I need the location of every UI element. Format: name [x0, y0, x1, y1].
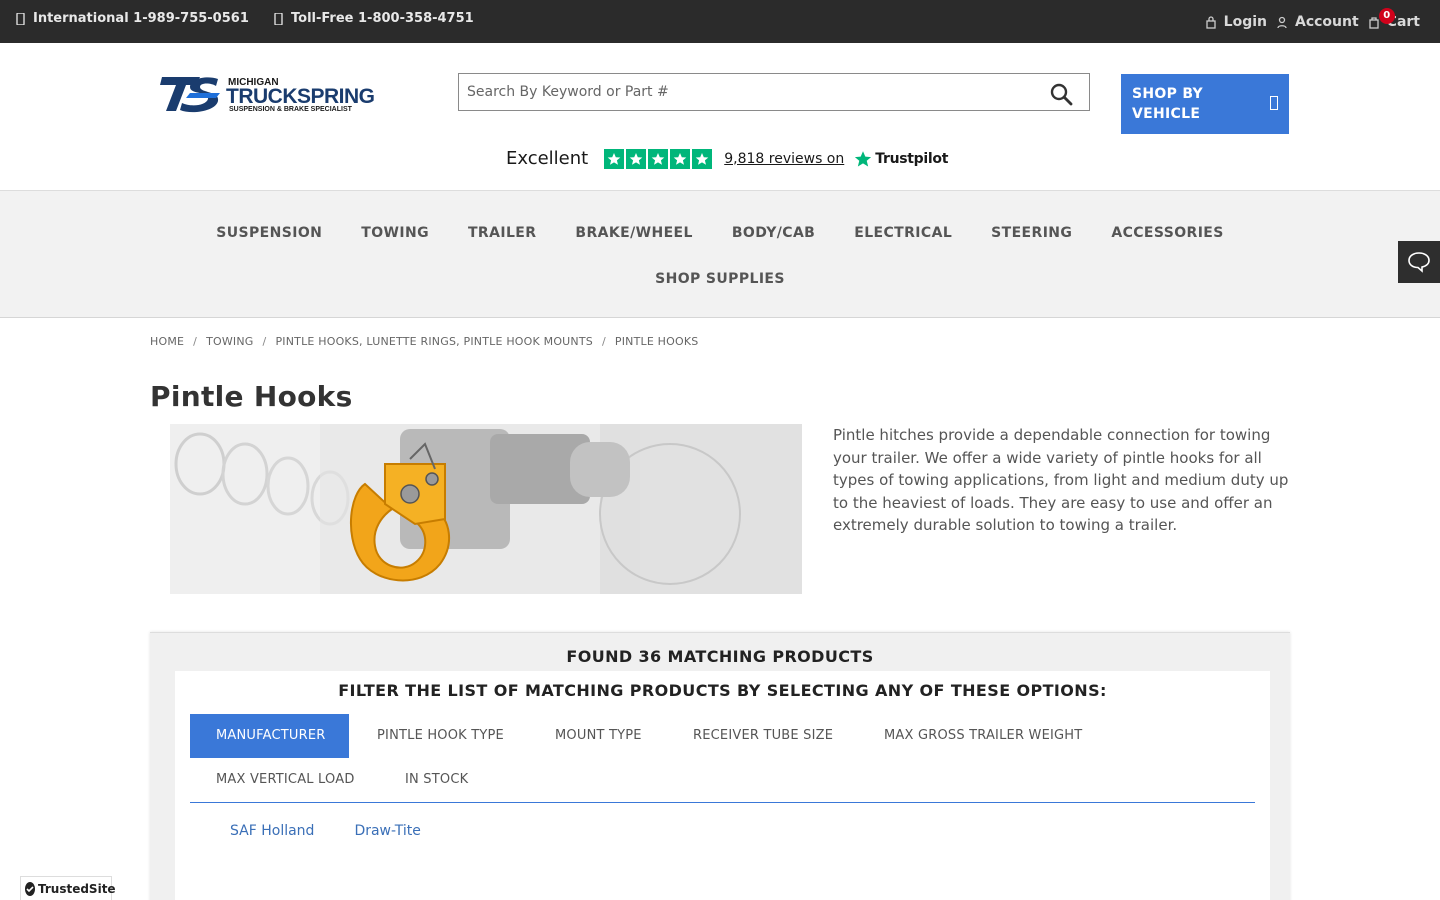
chevron-right-icon	[1270, 96, 1278, 110]
breadcrumb-separator: /	[601, 335, 606, 348]
search-input[interactable]	[459, 74, 1019, 110]
nav-body-cab[interactable]: BODY/CAB	[732, 225, 815, 241]
star-icon	[648, 148, 669, 169]
account-label: Account	[1294, 14, 1359, 30]
category-image	[170, 424, 802, 594]
search-icon[interactable]	[1049, 82, 1073, 106]
checkmark-icon	[25, 881, 35, 896]
nav-steering[interactable]: STEERING	[991, 225, 1072, 241]
nav-trailer[interactable]: TRAILER	[468, 225, 536, 241]
tab-receiver-tube-size[interactable]: RECEIVER TUBE SIZE	[667, 714, 859, 758]
cart-icon	[1369, 16, 1379, 29]
breadcrumb-home[interactable]: HOME	[150, 335, 184, 348]
tab-pintle-hook-type[interactable]: PINTLE HOOK TYPE	[351, 714, 530, 758]
international-phone-link[interactable]: International 1-989-755-0561	[16, 11, 249, 26]
lock-icon	[1206, 15, 1216, 29]
nav-suspension[interactable]: SUSPENSION	[216, 225, 322, 241]
user-icon	[1277, 16, 1287, 28]
breadcrumb-separator: /	[262, 335, 267, 348]
site-logo[interactable]: MICHIGAN TRUCKSPRING SUSPENSION & BRAKE …	[160, 73, 400, 115]
pintle-hook-illustration-icon	[170, 424, 802, 594]
star-icon	[604, 148, 625, 169]
page-title: Pintle Hooks	[150, 380, 353, 413]
filter-box: FILTER THE LIST OF MATCHING PRODUCTS BY …	[175, 671, 1270, 900]
chat-bubble-icon	[1408, 252, 1430, 273]
filter-title: FILTER THE LIST OF MATCHING PRODUCTS BY …	[338, 681, 1107, 700]
account-link[interactable]: Account	[1277, 14, 1359, 30]
manufacturer-options: SAF Holland Draw-Tite	[230, 823, 421, 839]
nav-brake-wheel[interactable]: BRAKE/WHEEL	[575, 225, 692, 241]
breadcrumb-pintle-category[interactable]: PINTLE HOOKS, LUNETTE RINGS, PINTLE HOOK…	[275, 335, 593, 348]
nav-accessories[interactable]: ACCESSORIES	[1111, 225, 1223, 241]
breadcrumb-separator: /	[193, 335, 198, 348]
cart-count-badge: 0	[1378, 8, 1395, 24]
trustpilot-brand: Trustpilot	[854, 150, 948, 168]
tab-manufacturer[interactable]: MANUFACTURER	[190, 714, 349, 758]
breadcrumb-current: PINTLE HOOKS	[614, 335, 699, 348]
trustpilot-widget[interactable]: Excellent 9,818 reviews on Trustpilot	[506, 148, 948, 169]
login-label: Login	[1223, 14, 1267, 30]
trustpilot-reviews-link[interactable]: 9,818 reviews on	[724, 151, 844, 167]
phone-icon	[274, 12, 283, 25]
nav-electrical[interactable]: ELECTRICAL	[854, 225, 952, 241]
truckspring-logo-icon: MICHIGAN TRUCKSPRING SUSPENSION & BRAKE …	[160, 77, 375, 113]
star-icon	[670, 148, 691, 169]
svg-text:SUSPENSION & BRAKE SPECIALIST: SUSPENSION & BRAKE SPECIALIST	[229, 106, 353, 113]
star-icon	[626, 148, 647, 169]
star-icon	[692, 148, 713, 169]
tollfree-phone-text: Toll-Free 1-800-358-4751	[291, 11, 474, 26]
nav-towing[interactable]: TOWING	[361, 225, 429, 241]
svg-text:TRUCKSPRING: TRUCKSPRING	[226, 85, 375, 108]
category-description: Pintle hitches provide a dependable conn…	[833, 426, 1289, 535]
trustpilot-stars	[604, 148, 713, 169]
trustedsite-badge[interactable]: TrustedSite	[20, 876, 116, 900]
chat-button[interactable]	[1398, 241, 1440, 283]
main-navigation: SUSPENSION TOWING TRAILER BRAKE/WHEEL BO…	[0, 191, 1440, 318]
shop-by-vehicle-label: SHOP BY VEHICLE	[1132, 86, 1203, 122]
site-header: MICHIGAN TRUCKSPRING SUSPENSION & BRAKE …	[0, 43, 1440, 191]
shop-by-vehicle-button[interactable]: SHOP BY VEHICLE	[1121, 74, 1289, 134]
tab-mount-type[interactable]: MOUNT TYPE	[529, 714, 668, 758]
tollfree-phone-link[interactable]: Toll-Free 1-800-358-4751	[274, 11, 474, 26]
cart-link[interactable]: 0 Cart	[1369, 8, 1420, 30]
login-link[interactable]: Login	[1206, 14, 1267, 30]
breadcrumb-towing[interactable]: TOWING	[206, 335, 253, 348]
filter-tabs: MANUFACTURER PINTLE HOOK TYPE MOUNT TYPE…	[190, 714, 1255, 803]
international-phone-text: International 1-989-755-0561	[33, 11, 249, 26]
top-bar: International 1-989-755-0561 Toll-Free 1…	[0, 0, 1440, 43]
nav-shop-supplies[interactable]: SHOP SUPPLIES	[655, 271, 785, 287]
products-panel: FOUND 36 MATCHING PRODUCTS FILTER THE LI…	[150, 632, 1290, 900]
tab-in-stock[interactable]: IN STOCK	[379, 758, 494, 802]
trustpilot-rating-word: Excellent	[506, 148, 589, 169]
option-draw-tite[interactable]: Draw-Tite	[354, 823, 420, 839]
trustpilot-brand-text: Trustpilot	[875, 150, 949, 167]
found-count: FOUND 36 MATCHING PRODUCTS	[566, 647, 874, 666]
tab-max-gross-trailer-weight[interactable]: MAX GROSS TRAILER WEIGHT	[858, 714, 1108, 758]
breadcrumb: HOME / TOWING / PINTLE HOOKS, LUNETTE RI…	[150, 335, 698, 348]
trustpilot-star-icon	[855, 150, 872, 166]
phone-icon	[16, 12, 25, 25]
tab-max-vertical-load[interactable]: MAX VERTICAL LOAD	[190, 758, 381, 802]
search-box	[458, 73, 1090, 111]
option-saf-holland[interactable]: SAF Holland	[230, 823, 314, 839]
trustedsite-label: TrustedSite	[38, 881, 116, 896]
